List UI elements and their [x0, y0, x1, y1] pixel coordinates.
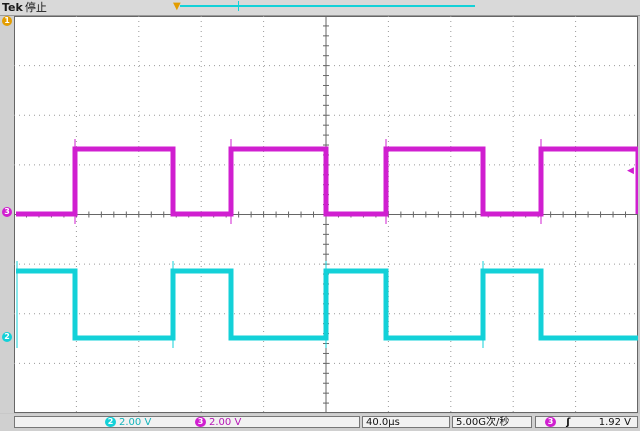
sample-rate-readout: 5.00G次/秒: [452, 416, 532, 428]
ch3-ground-marker[interactable]: 3: [2, 207, 12, 217]
ch2-marker-label: 2: [4, 332, 10, 341]
top-status-bar: Tek 停止 ▼: [0, 0, 640, 16]
brand-logo: Tek: [2, 1, 23, 14]
trigger-slope-icon: ʃ: [566, 417, 571, 428]
oscilloscope-screen: Tek 停止 ▼ 1 3 2 ◀ 2 2.00 V 3 2.00 V 40.0µs: [0, 0, 640, 431]
ch2-badge: 2: [105, 417, 116, 427]
record-length-bar: [180, 5, 475, 7]
timebase-value: 40.0µs: [366, 417, 400, 428]
ch3-badge: 3: [195, 417, 206, 427]
trigger-level-arrow-icon[interactable]: ◀: [627, 166, 634, 176]
waveform-traces: [16, 139, 638, 348]
ch2-scale-group[interactable]: 2 2.00 V: [105, 417, 151, 429]
graticule-svg: [14, 16, 638, 413]
brand-label: Tek 停止: [2, 0, 47, 15]
ch2-trace: [16, 268, 638, 341]
ch2-ground-marker[interactable]: 2: [2, 332, 12, 342]
bottom-status-bar: 2 2.00 V 3 2.00 V 40.0µs 5.00G次/秒 3 ʃ 1.92…: [0, 414, 640, 431]
ch3-scale-value: 2.00 V: [209, 417, 242, 428]
ch1-marker-label: 1: [4, 16, 10, 25]
record-window-marker: [238, 1, 239, 11]
ch3-trace: [16, 146, 638, 217]
trigger-position-icon[interactable]: ▼: [173, 1, 181, 13]
trigger-source-badge: 3: [545, 417, 556, 427]
trigger-readout[interactable]: 3 ʃ 1.92 V: [535, 416, 638, 428]
trigger-level-value: 1.92 V: [598, 417, 631, 428]
sample-rate-value: 5.00G次/秒: [456, 417, 510, 428]
channel-scale-readout: 2 2.00 V 3 2.00 V: [14, 416, 360, 428]
ch2-scale-value: 2.00 V: [119, 417, 152, 428]
acquisition-state: 停止: [24, 1, 47, 14]
ch3-scale-group[interactable]: 3 2.00 V: [195, 417, 241, 429]
timebase-readout[interactable]: 40.0µs: [362, 416, 450, 428]
ch1-ground-marker[interactable]: 1: [2, 16, 12, 26]
ch3-marker-label: 3: [4, 207, 10, 216]
